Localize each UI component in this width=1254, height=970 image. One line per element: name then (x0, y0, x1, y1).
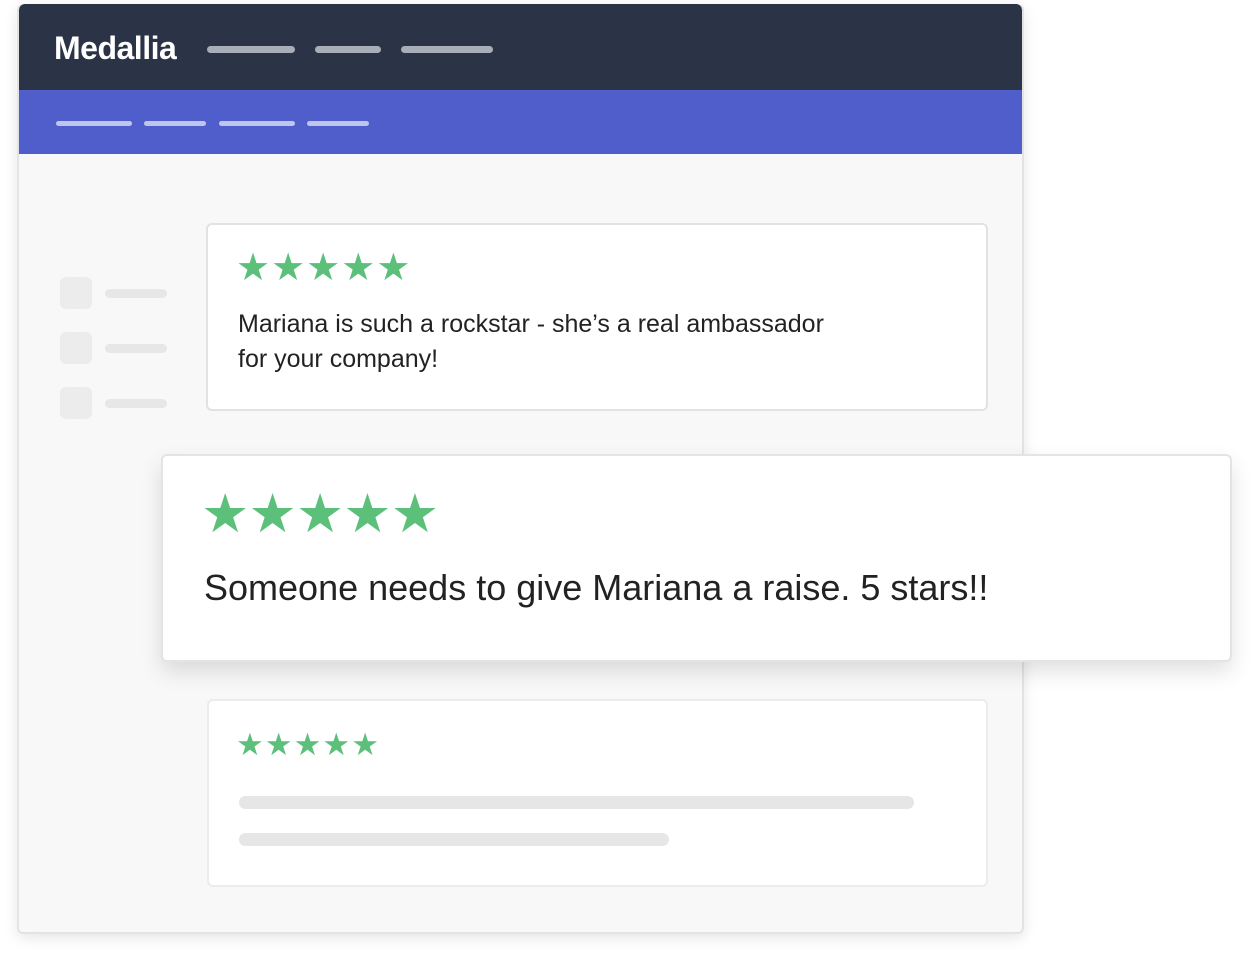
sidebar-item-icon (60, 277, 92, 309)
star-icon: ★ (322, 727, 352, 762)
featured-review-text: Someone needs to give Mariana a raise. 5… (204, 567, 989, 608)
star-icon: ★ (248, 484, 296, 544)
star-icon: ★ (306, 247, 342, 289)
star-icon: ★ (236, 247, 272, 289)
star-icon: ★ (351, 727, 380, 762)
featured-review-card: ★★★★★ Someone needs to give Mariana a ra… (161, 454, 1232, 662)
star-icon: ★ (341, 247, 377, 289)
sub-nav-placeholder-2[interactable] (144, 121, 206, 126)
review-text-line: Mariana is such a rockstar - she’s a rea… (238, 310, 824, 338)
sidebar-item-label-placeholder (105, 289, 167, 298)
star-rating: ★★★★★ (236, 247, 411, 289)
review-card: ★★★★★ Mariana is such a rockstar - she’s… (206, 223, 988, 411)
review-text-placeholder (239, 833, 669, 846)
sidebar-item-icon (60, 332, 92, 364)
nav-link-placeholder-1[interactable] (207, 46, 295, 53)
star-icon: ★ (264, 727, 294, 762)
star-icon: ★ (376, 247, 412, 289)
star-icon: ★ (271, 247, 307, 289)
sub-nav-placeholder-4[interactable] (307, 121, 369, 126)
sidebar-item-icon (60, 387, 92, 419)
star-icon: ★ (236, 727, 265, 762)
star-icon: ★ (390, 484, 439, 544)
medallia-logo[interactable]: Medallia (54, 29, 177, 67)
star-icon: ★ (295, 484, 344, 544)
star-icon: ★ (201, 484, 249, 544)
star-rating: ★★★★★ (236, 727, 380, 763)
review-text: Mariana is such a rockstar - she’s a rea… (238, 307, 824, 377)
stage: Medallia ★★★★★ Mariana is such a rocksta… (0, 0, 1254, 970)
sidebar-item-label-placeholder (105, 344, 167, 353)
star-icon: ★ (343, 484, 391, 544)
sub-nav-bar (19, 90, 1022, 154)
top-nav-bar: Medallia (19, 4, 1022, 90)
sidebar-item-label-placeholder (105, 399, 167, 408)
star-rating: ★★★★★ (201, 484, 439, 544)
nav-link-placeholder-2[interactable] (315, 46, 381, 53)
review-text-placeholder (239, 796, 914, 809)
review-text-line: for your company! (238, 345, 439, 373)
star-icon: ★ (293, 727, 323, 762)
sub-nav-placeholder-1[interactable] (56, 121, 132, 126)
nav-link-placeholder-3[interactable] (401, 46, 493, 53)
sub-nav-placeholder-3[interactable] (219, 121, 295, 126)
review-card: ★★★★★ (207, 699, 988, 887)
